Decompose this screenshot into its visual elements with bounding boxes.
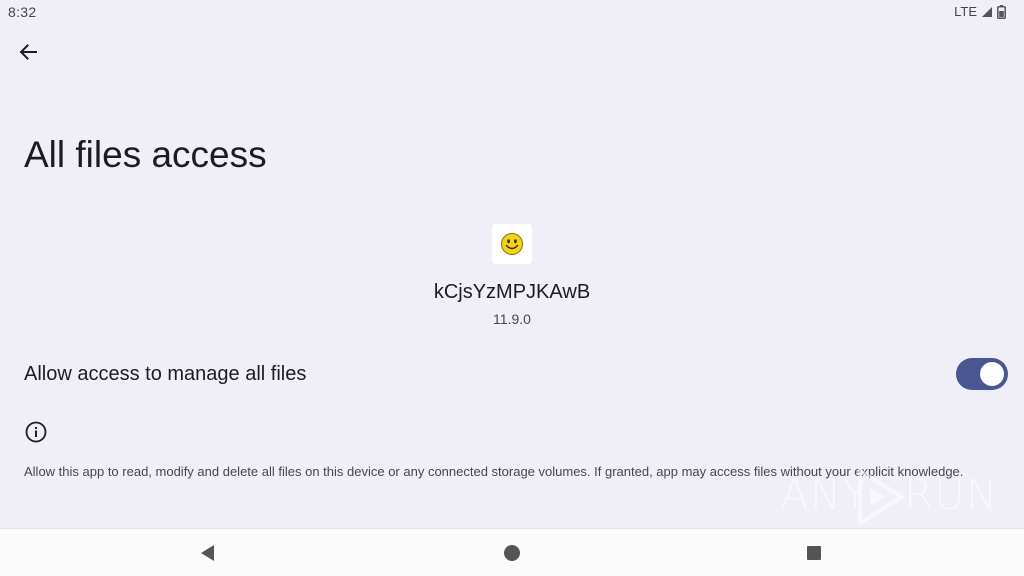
network-type: LTE bbox=[954, 4, 977, 19]
app-version: 11.9.0 bbox=[493, 311, 531, 327]
navigation-bar bbox=[0, 528, 1024, 576]
allow-manage-files-switch[interactable] bbox=[956, 358, 1008, 390]
switch-thumb bbox=[980, 362, 1004, 386]
battery-icon bbox=[997, 4, 1006, 19]
play-logo-icon bbox=[858, 468, 906, 526]
status-time: 8:32 bbox=[8, 4, 37, 20]
settings-screen: 8:32 LTE All files access kCjsYzMPJKAwB … bbox=[0, 0, 1024, 576]
home-circle-icon bbox=[504, 545, 520, 561]
back-triangle-icon bbox=[201, 545, 214, 561]
app-header bbox=[0, 224, 1024, 269]
page-title: All files access bbox=[24, 134, 267, 175]
recents-square-icon bbox=[807, 546, 821, 560]
app-name: kCjsYzMPJKAwB bbox=[433, 281, 591, 303]
arrow-back-icon bbox=[19, 44, 37, 60]
status-indicators: LTE bbox=[954, 4, 1006, 19]
smiley-icon bbox=[501, 233, 523, 255]
info-icon bbox=[25, 421, 47, 443]
app-icon bbox=[492, 224, 532, 264]
allow-manage-files-label: Allow access to manage all files bbox=[24, 363, 307, 385]
status-bar: 8:32 LTE bbox=[0, 0, 1024, 24]
back-button[interactable] bbox=[10, 34, 46, 70]
signal-icon bbox=[982, 6, 992, 17]
nav-back-button[interactable] bbox=[194, 539, 222, 567]
anyrun-watermark: ANY RUN bbox=[780, 466, 997, 528]
watermark-right-text: RUN bbox=[904, 470, 999, 519]
allow-manage-files-row[interactable]: Allow access to manage all files bbox=[0, 350, 1024, 400]
nav-home-button[interactable] bbox=[498, 539, 526, 567]
nav-recents-button[interactable] bbox=[800, 539, 828, 567]
